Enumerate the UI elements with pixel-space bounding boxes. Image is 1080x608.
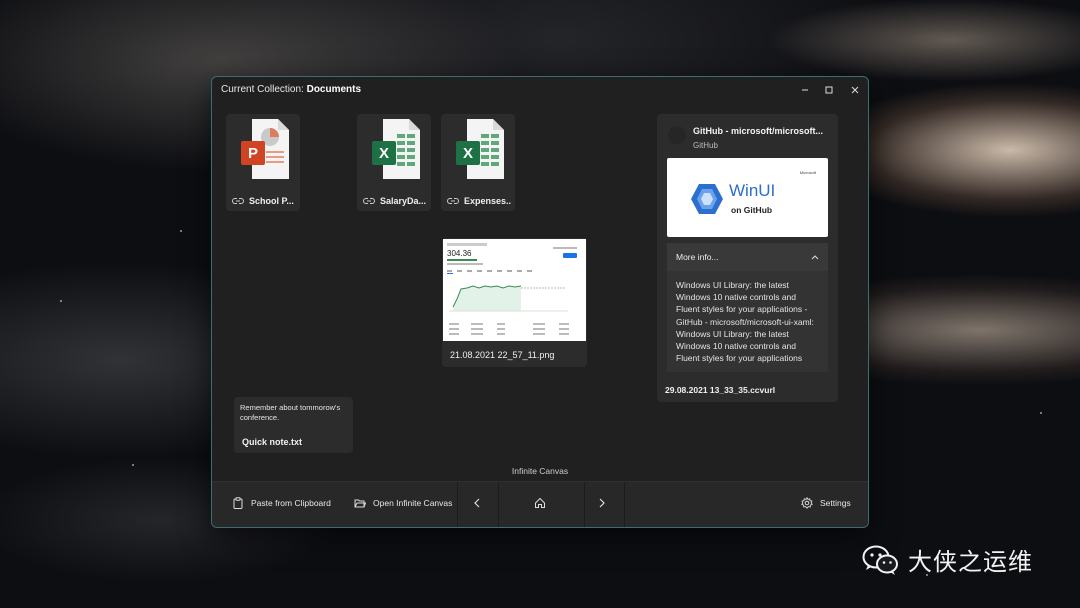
preview-subtitle: on GitHub bbox=[731, 205, 773, 215]
more-info-label: More info... bbox=[676, 252, 719, 262]
chevron-left-icon bbox=[474, 498, 480, 508]
close-icon bbox=[851, 86, 859, 94]
svg-text:P: P bbox=[248, 145, 258, 162]
divider bbox=[457, 482, 458, 527]
divider bbox=[498, 482, 499, 527]
file-card-powerpoint[interactable]: P School P... bbox=[226, 114, 300, 211]
folder-open-icon bbox=[354, 499, 366, 508]
thumb-price: 304.36 bbox=[447, 249, 472, 258]
image-thumbnail: 304.36 bbox=[443, 239, 586, 341]
star bbox=[132, 464, 134, 466]
file-label: SalaryDa... bbox=[363, 194, 427, 208]
powerpoint-file-icon: P bbox=[241, 119, 289, 179]
url-description: Windows UI Library: the latest Windows 1… bbox=[676, 280, 814, 364]
more-info-panel: More info... Windows UI Library: the lat… bbox=[667, 243, 828, 372]
link-icon bbox=[232, 198, 244, 204]
link-preview-image: WinUI on GitHub Microsoft bbox=[667, 158, 828, 237]
star bbox=[60, 300, 62, 302]
forward-button[interactable] bbox=[594, 495, 610, 511]
window-title: Current Collection: Documents bbox=[221, 84, 362, 95]
stock-chart-thumbnail: 304.36 bbox=[443, 239, 586, 341]
file-label: Expenses... bbox=[447, 194, 511, 208]
wechat-icon bbox=[862, 545, 898, 575]
divider bbox=[624, 482, 625, 527]
title-bar[interactable]: Current Collection: Documents bbox=[212, 77, 868, 103]
github-icon bbox=[668, 126, 686, 144]
clipboard-icon bbox=[233, 497, 243, 509]
bottom-command-bar: Paste from Clipboard Open Infinite Canva… bbox=[212, 481, 868, 527]
infinite-canvas-label: Infinite Canvas bbox=[511, 466, 569, 476]
excel-file-icon: X bbox=[372, 119, 420, 179]
minimize-button[interactable] bbox=[794, 81, 816, 99]
minimize-icon bbox=[802, 89, 808, 91]
file-label: School P... bbox=[232, 194, 296, 208]
preview-brand: WinUI bbox=[729, 181, 776, 200]
preview-corner-text: Microsoft bbox=[799, 170, 816, 175]
svg-text:X: X bbox=[379, 145, 389, 162]
file-card-excel[interactable]: X Expenses... bbox=[441, 114, 515, 211]
file-card-excel[interactable]: X SalaryDa... bbox=[357, 114, 431, 211]
open-infinite-canvas-button[interactable]: Open Infinite Canvas bbox=[354, 497, 458, 509]
home-button[interactable] bbox=[532, 495, 548, 511]
gear-icon bbox=[801, 497, 813, 509]
star bbox=[1040, 412, 1042, 414]
image-file-name: 21.08.2021 22_57_11.png bbox=[450, 350, 555, 360]
file-name: SalaryDa... bbox=[380, 196, 427, 206]
url-title: GitHub - microsoft/microsoft... bbox=[693, 126, 824, 136]
svg-text:X: X bbox=[463, 145, 473, 162]
watermark: 大侠之运维 bbox=[862, 542, 1033, 577]
paste-from-clipboard-button[interactable]: Paste from Clipboard bbox=[232, 497, 331, 509]
winui-logo-icon bbox=[691, 184, 723, 214]
star bbox=[180, 230, 182, 232]
url-card[interactable]: GitHub - microsoft/microsoft... GitHub W… bbox=[657, 114, 838, 402]
maximize-button[interactable] bbox=[818, 81, 840, 99]
url-site: GitHub bbox=[693, 141, 718, 150]
file-name: Expenses... bbox=[464, 196, 511, 206]
more-info-toggle[interactable]: More info... bbox=[667, 243, 828, 271]
collection-name: Documents bbox=[306, 84, 362, 95]
settings-button[interactable]: Settings bbox=[801, 497, 851, 509]
chevron-right-icon bbox=[599, 498, 605, 508]
maximize-icon bbox=[825, 86, 833, 94]
image-card[interactable]: 304.36 21.08.2021 22_57_11.png bbox=[442, 238, 587, 367]
note-preview-text: Remember about tommorow's conference. bbox=[240, 403, 341, 422]
note-card[interactable]: Remember about tommorow's conference. Qu… bbox=[234, 397, 353, 453]
close-button[interactable] bbox=[844, 81, 866, 99]
back-button[interactable] bbox=[469, 495, 485, 511]
app-window: Current Collection: Documents P School P… bbox=[211, 76, 869, 528]
file-name: School P... bbox=[249, 196, 294, 206]
note-file-name: Quick note.txt bbox=[242, 437, 303, 447]
home-icon bbox=[535, 497, 545, 508]
watermark-text: 大侠之运维 bbox=[908, 548, 1033, 576]
link-icon bbox=[363, 198, 375, 204]
chevron-up-icon bbox=[811, 255, 819, 260]
excel-file-icon: X bbox=[456, 119, 504, 179]
divider bbox=[584, 482, 585, 527]
url-file-name: 29.08.2021 13_33_35.ccvurl bbox=[665, 385, 776, 395]
link-icon bbox=[447, 198, 459, 204]
